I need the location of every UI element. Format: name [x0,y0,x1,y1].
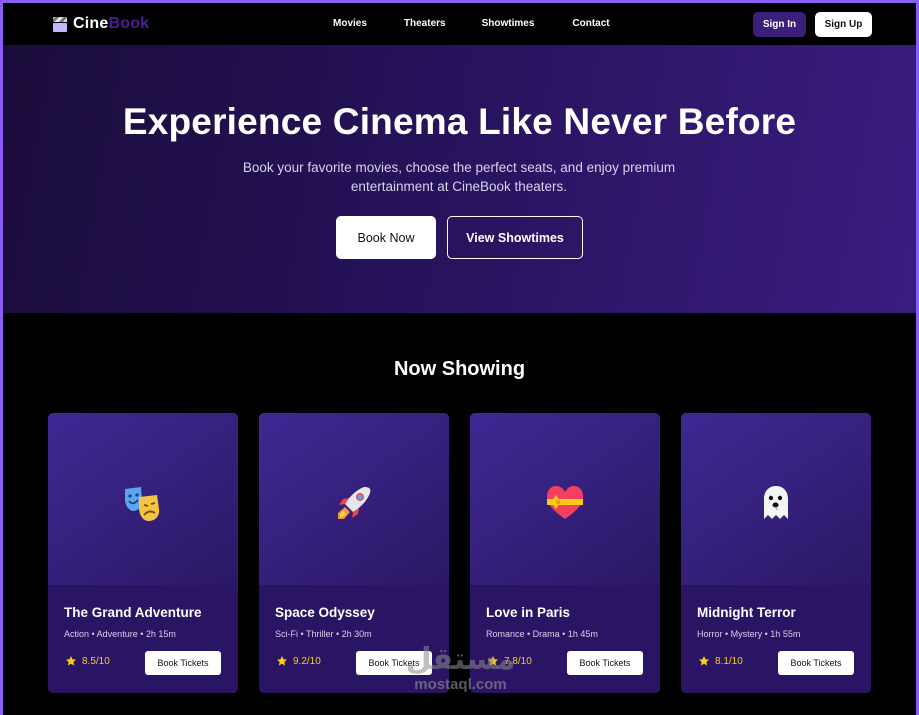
rocket-icon [338,487,371,519]
star-icon [66,656,76,666]
movie-title: Love in Paris [486,605,571,620]
movie-rating: 8.5/10 [65,655,110,667]
logo-text-cine: Cine [73,15,109,32]
book-tickets-button[interactable]: Book Tickets [145,651,221,675]
movie-rating: 8.1/10 [698,655,743,667]
section-title: Now Showing [393,358,526,380]
movie-card[interactable]: The Grand Adventure Action • Adventure •… [48,413,238,693]
sign-in-button[interactable]: Sign In [753,12,806,37]
book-tickets-button[interactable]: Book Tickets [778,651,854,675]
movie-rating: 9.2/10 [276,655,321,667]
movie-poster [48,413,238,585]
movie-meta: Horror • Mystery • 1h 55m [697,629,801,639]
hero-title: Experience Cinema Like Never Before [122,101,797,142]
nav-link-theaters[interactable]: Theaters [404,18,446,29]
movie-poster [470,413,660,585]
movie-title: Midnight Terror [697,605,796,620]
rating-value: 9.2/10 [293,655,321,667]
gift-heart-icon [547,486,583,519]
rating-value: 8.5/10 [82,655,110,667]
nav-links: Movies Theaters Showtimes Contact [333,18,610,29]
star-icon [699,656,709,666]
rating-value: 8.1/10 [715,655,743,667]
movie-info: Midnight Terror Horror • Mystery • 1h 55… [681,585,871,693]
movie-title: Space Odyssey [275,605,375,620]
hero-subtitle: Book your favorite movies, choose the pe… [242,160,676,194]
sign-up-button[interactable]: Sign Up [815,12,872,37]
movie-meta: Action • Adventure • 2h 15m [64,629,176,639]
movie-meta: Sci-Fi • Thriller • 2h 30m [275,629,372,639]
ghost-icon [764,486,788,519]
theater-masks-icon [125,487,160,521]
movie-card[interactable]: Midnight Terror Horror • Mystery • 1h 55… [681,413,871,693]
movie-title: The Grand Adventure [64,605,202,620]
view-showtimes-button[interactable]: View Showtimes [447,216,583,259]
logo-text-book: Book [108,15,150,32]
nav-link-showtimes[interactable]: Showtimes [482,18,535,29]
movie-poster [681,413,871,585]
nav-link-contact[interactable]: Contact [572,18,609,29]
nav-link-movies[interactable]: Movies [333,18,367,29]
book-now-button[interactable]: Book Now [336,216,436,259]
watermark-arabic: مستقل [405,642,516,677]
hero-section: Experience Cinema Like Never Before Book… [3,45,916,313]
watermark-latin: mostaql.com [414,676,507,693]
star-icon [277,656,287,666]
book-tickets-button[interactable]: Book Tickets [567,651,643,675]
clapperboard-icon [53,16,67,32]
logo-text: CineBook [73,15,149,33]
watermark: مستقل mostaql.com [398,644,523,704]
navbar: CineBook Movies Theaters Showtimes Conta… [3,3,916,45]
movie-poster [259,413,449,585]
movie-info: The Grand Adventure Action • Adventure •… [48,585,238,693]
movie-meta: Romance • Drama • 1h 45m [486,629,598,639]
logo[interactable]: CineBook [53,15,149,33]
